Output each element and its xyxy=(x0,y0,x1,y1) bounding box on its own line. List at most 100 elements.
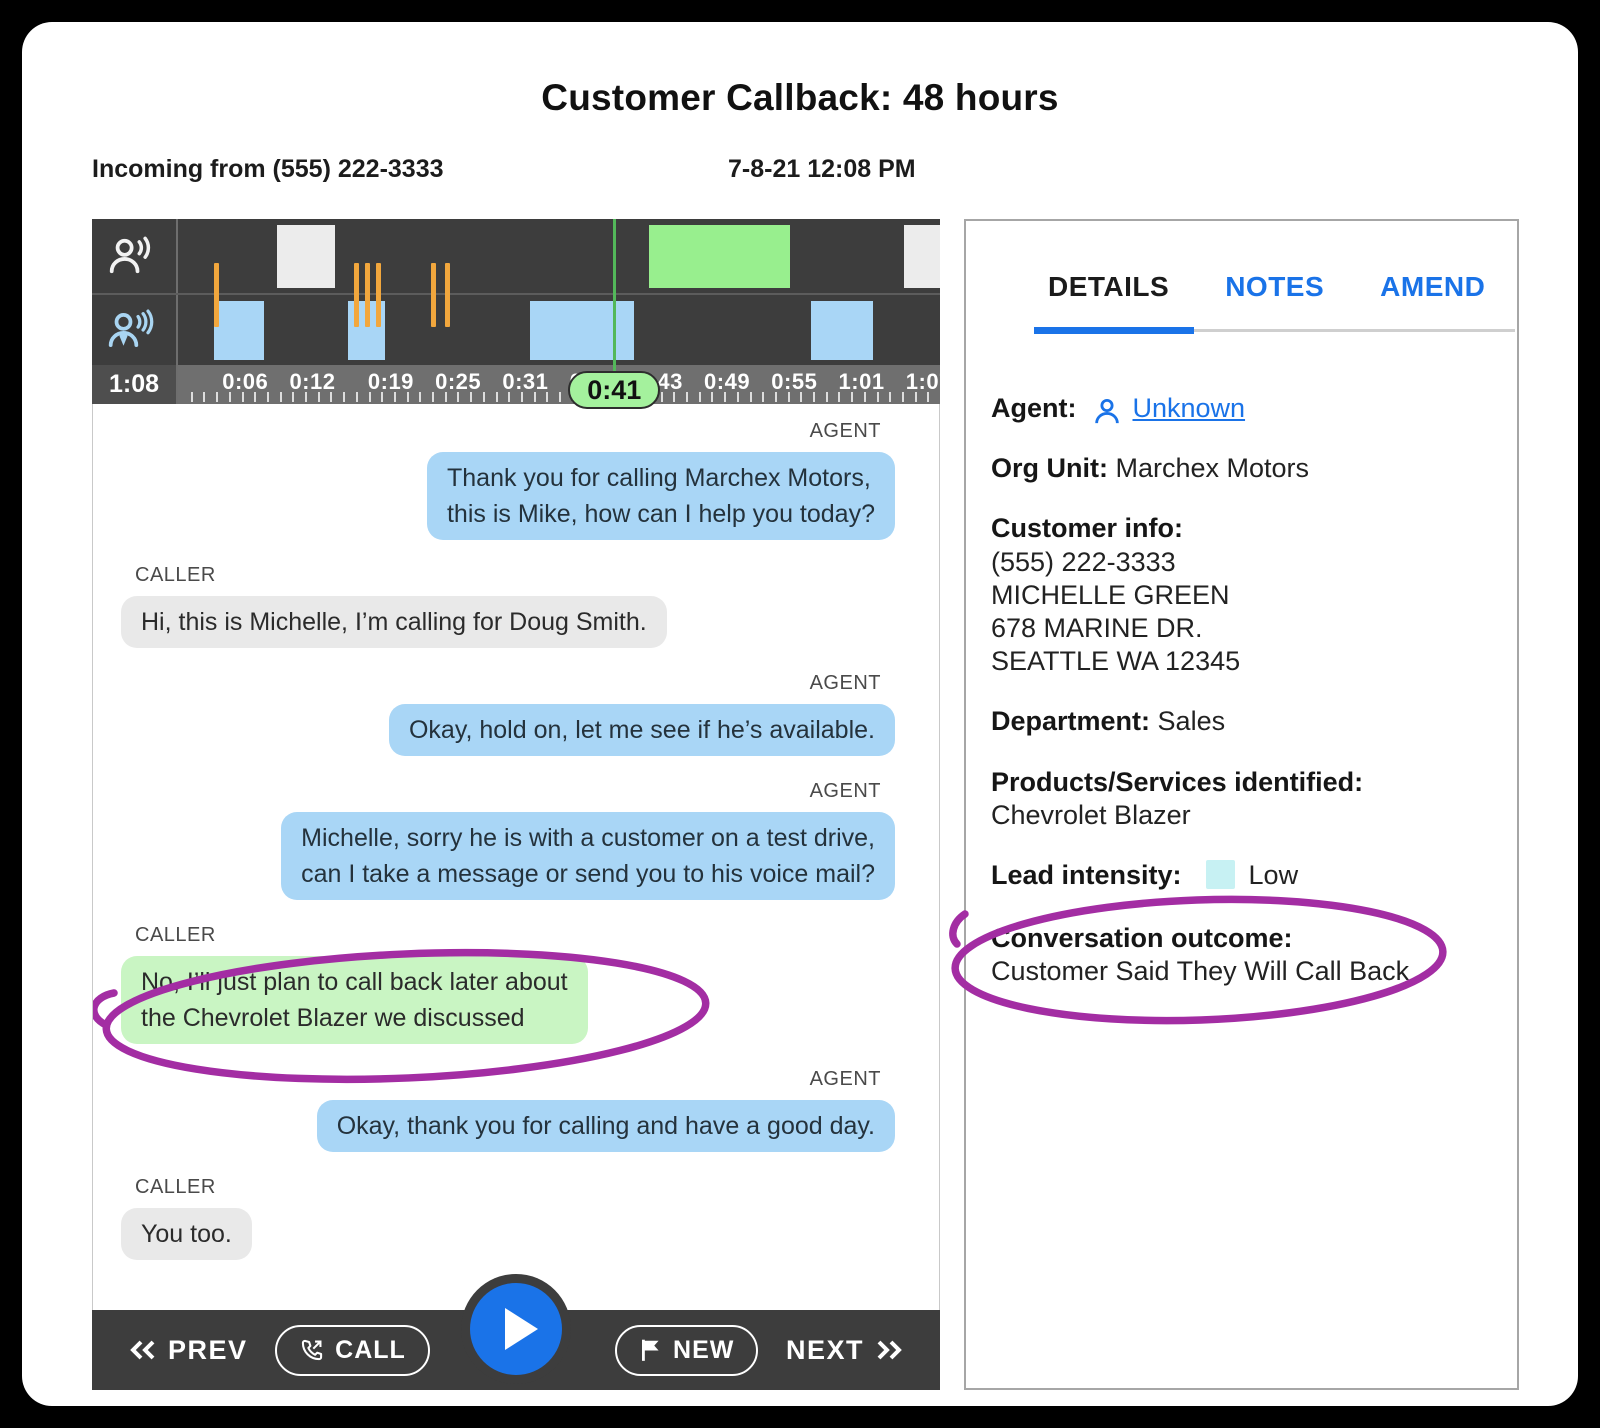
caller-speech-track[interactable] xyxy=(178,295,940,365)
ruler-time-label: 0:55 xyxy=(771,369,817,395)
caller-speech-block xyxy=(214,301,264,361)
chat-bubble-agent: Okay, thank you for calling and have a g… xyxy=(317,1100,895,1152)
caller-speech-block xyxy=(811,301,873,361)
agent-link[interactable]: Unknown xyxy=(1132,392,1245,425)
caller-track-row xyxy=(92,295,940,365)
playhead-time-pill[interactable]: 0:41 xyxy=(568,371,660,409)
phone-outgoing-icon xyxy=(299,1337,325,1363)
ruler-tick xyxy=(496,392,498,402)
speaker-label: CALLER xyxy=(135,924,216,947)
lead-intensity-row: Lead intensity:Low xyxy=(991,859,1487,892)
ruler-tick xyxy=(254,392,256,402)
ruler-tick xyxy=(673,392,675,402)
new-button-label: NEW xyxy=(673,1336,734,1365)
tab-notes[interactable]: NOTES xyxy=(1225,271,1324,303)
total-duration: 1:08 xyxy=(92,365,178,404)
active-tab-indicator xyxy=(1034,327,1194,334)
tab-details[interactable]: DETAILS xyxy=(1048,271,1169,303)
caller-speech-block xyxy=(530,301,634,361)
agent-speaking-icon xyxy=(107,235,161,277)
next-button[interactable]: NEXT xyxy=(786,1335,904,1366)
agent-track-row xyxy=(92,219,940,295)
transcript-message: AGENTOkay, hold on, let me see if he’s a… xyxy=(121,672,895,756)
timeline-ruler-row: 1:08 0:060:120:190:250:310:370:430:490:5… xyxy=(92,365,940,404)
agent-speech-block xyxy=(277,225,335,288)
transcript-message: AGENT Michelle, sorry he is with a custom… xyxy=(121,780,895,900)
conversation-outcome-block: Conversation outcome: Customer Said They… xyxy=(991,922,1409,1015)
player-toolbar: PREV CALL NEW NEXT xyxy=(92,1310,940,1390)
ruler-tick xyxy=(838,392,840,402)
tab-amend[interactable]: AMEND xyxy=(1380,271,1485,303)
agent-label: Agent: xyxy=(991,392,1076,425)
ruler-tick xyxy=(813,392,815,402)
bubble-wrap: Hi, this is Michelle, I’m calling for Do… xyxy=(121,596,667,648)
ruler-tick xyxy=(851,392,853,402)
next-button-label: NEXT xyxy=(786,1335,864,1366)
ruler-tick xyxy=(292,392,294,402)
agent-speech-block xyxy=(649,225,790,288)
ruler-tick xyxy=(343,392,345,402)
transcript-panel: AGENTThank you for calling Marchex Motor… xyxy=(92,404,940,1310)
ruler-tick xyxy=(330,392,332,402)
outcome-label: Conversation outcome: xyxy=(991,923,1293,953)
details-tab-bar: DETAILS NOTES AMEND xyxy=(966,221,1517,303)
ruler-tick xyxy=(457,392,459,402)
agent-speech-track[interactable] xyxy=(178,219,940,293)
agent-speech-block xyxy=(904,225,940,288)
playhead[interactable]: 0:41 xyxy=(613,219,616,404)
call-button[interactable]: CALL xyxy=(275,1325,430,1376)
chat-bubble-agent: Michelle, sorry he is with a customer on… xyxy=(281,812,895,900)
timeline-ruler[interactable]: 0:060:120:190:250:310:370:430:490:551:01… xyxy=(178,365,940,404)
products-value: Chevrolet Blazer xyxy=(991,800,1191,830)
ruler-tick xyxy=(661,392,663,402)
app-window: Customer Callback: 48 hours Incoming fro… xyxy=(22,22,1578,1406)
ruler-tick xyxy=(775,392,777,402)
ruler-tick xyxy=(242,392,244,402)
transcript-message: AGENTOkay, thank you for calling and hav… xyxy=(121,1068,895,1152)
bubble-wrap: Michelle, sorry he is with a customer on… xyxy=(281,812,895,900)
ruler-tick xyxy=(546,392,548,402)
products-block: Products/Services identified: Chevrolet … xyxy=(991,766,1487,832)
ruler-tick xyxy=(915,392,917,402)
ruler-tick xyxy=(305,392,307,402)
ruler-tick xyxy=(889,392,891,402)
caller-speech-block xyxy=(348,301,385,361)
call-button-label: CALL xyxy=(335,1336,406,1365)
chat-bubble-agent: Okay, hold on, let me see if he’s availa… xyxy=(389,704,895,756)
play-button[interactable] xyxy=(461,1274,571,1384)
ruler-tick xyxy=(318,392,320,402)
ruler-tick xyxy=(280,392,282,402)
ruler-tick xyxy=(534,392,536,402)
ruler-tick xyxy=(267,392,269,402)
speaker-label: CALLER xyxy=(135,564,216,587)
prev-button[interactable]: PREV xyxy=(128,1335,248,1366)
ruler-tick xyxy=(877,392,879,402)
double-chevron-right-icon xyxy=(874,1339,904,1361)
transcript-message: AGENTThank you for calling Marchex Motor… xyxy=(121,420,895,540)
speaker-label: AGENT xyxy=(810,420,881,443)
chat-bubble-caller: No, I’ll just plan to call back later ab… xyxy=(121,956,588,1044)
ruler-time-label: 0:12 xyxy=(289,369,335,395)
bubble-wrap: Okay, thank you for calling and have a g… xyxy=(317,1100,895,1152)
ruler-tick xyxy=(927,392,929,402)
details-body: Agent: Unknown Org Unit: Marchex Motors … xyxy=(966,332,1517,1016)
ruler-tick xyxy=(216,392,218,402)
ruler-tick xyxy=(800,392,802,402)
ruler-tick xyxy=(191,392,193,402)
customer-info-block: Customer info: (555) 222-3333 MICHELLE G… xyxy=(991,512,1487,678)
person-icon xyxy=(1092,397,1122,425)
ruler-tick xyxy=(229,392,231,402)
ruler-tick xyxy=(724,392,726,402)
department-row: Department: Sales xyxy=(991,705,1487,738)
ruler-tick xyxy=(445,392,447,402)
transcript-message: CALLERYou too. xyxy=(121,1176,895,1260)
tab-underline xyxy=(1034,329,1515,332)
ruler-tick xyxy=(902,392,904,402)
caller-track-icon-cell xyxy=(92,295,178,365)
ruler-tick xyxy=(762,392,764,402)
ruler-tick xyxy=(521,392,523,402)
new-flag-button[interactable]: NEW xyxy=(615,1325,758,1376)
speaker-label: AGENT xyxy=(810,780,881,803)
ruler-tick xyxy=(470,392,472,402)
ruler-tick xyxy=(508,392,510,402)
